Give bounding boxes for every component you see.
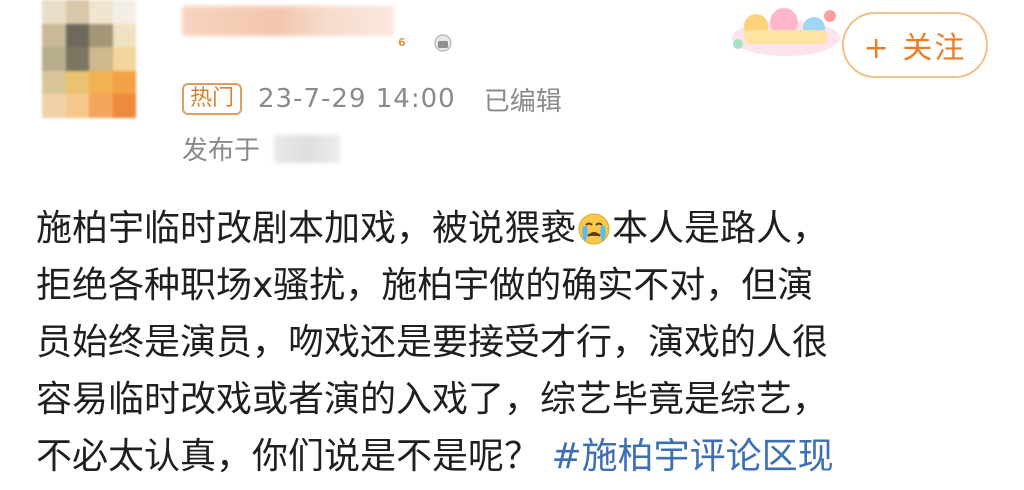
content-line: 本人是路人， bbox=[612, 208, 829, 249]
published-prefix: 发布于 bbox=[182, 136, 261, 166]
username-redacted[interactable] bbox=[182, 6, 394, 36]
content-line: 不必太认真，你们说是不是呢？ bbox=[36, 436, 541, 477]
content-line: 容易临时改戏或者演的入戏了，综艺毕竟是综艺， bbox=[36, 379, 829, 420]
hashtag-link[interactable]: #施柏宇评论区现 bbox=[551, 436, 833, 477]
avatar[interactable] bbox=[42, 0, 136, 118]
published-location: 发布于 bbox=[182, 130, 341, 167]
edited-label: 已编辑 bbox=[483, 86, 562, 117]
post-meta: 热门 23-7-29 14:00 已编辑 bbox=[182, 82, 562, 117]
timestamp: 23-7-29 14:00 bbox=[258, 84, 456, 114]
location-redacted bbox=[274, 134, 341, 163]
badge-icon bbox=[434, 34, 452, 52]
hot-tag: 热门 bbox=[182, 83, 243, 115]
content-line: 施柏宇临时改剧本加戏，被说猥亵 bbox=[36, 208, 577, 249]
decoration-sticker-icon bbox=[732, 8, 840, 56]
crying-face-icon bbox=[578, 213, 610, 245]
level-badge: 6 bbox=[398, 36, 406, 49]
content-line: 员始终是演员，吻戏还是要接受才行，演戏的人很 bbox=[36, 322, 829, 363]
content-line: 拒绝各种职场x骚扰，施柏宇做的确实不对，但演 bbox=[36, 265, 814, 306]
post-content: 施柏宇临时改剧本加戏，被说猥亵 本人是路人， 拒绝各种职场x骚扰，施柏宇做的确实… bbox=[36, 200, 996, 485]
follow-button[interactable]: + 关注 bbox=[842, 12, 988, 78]
